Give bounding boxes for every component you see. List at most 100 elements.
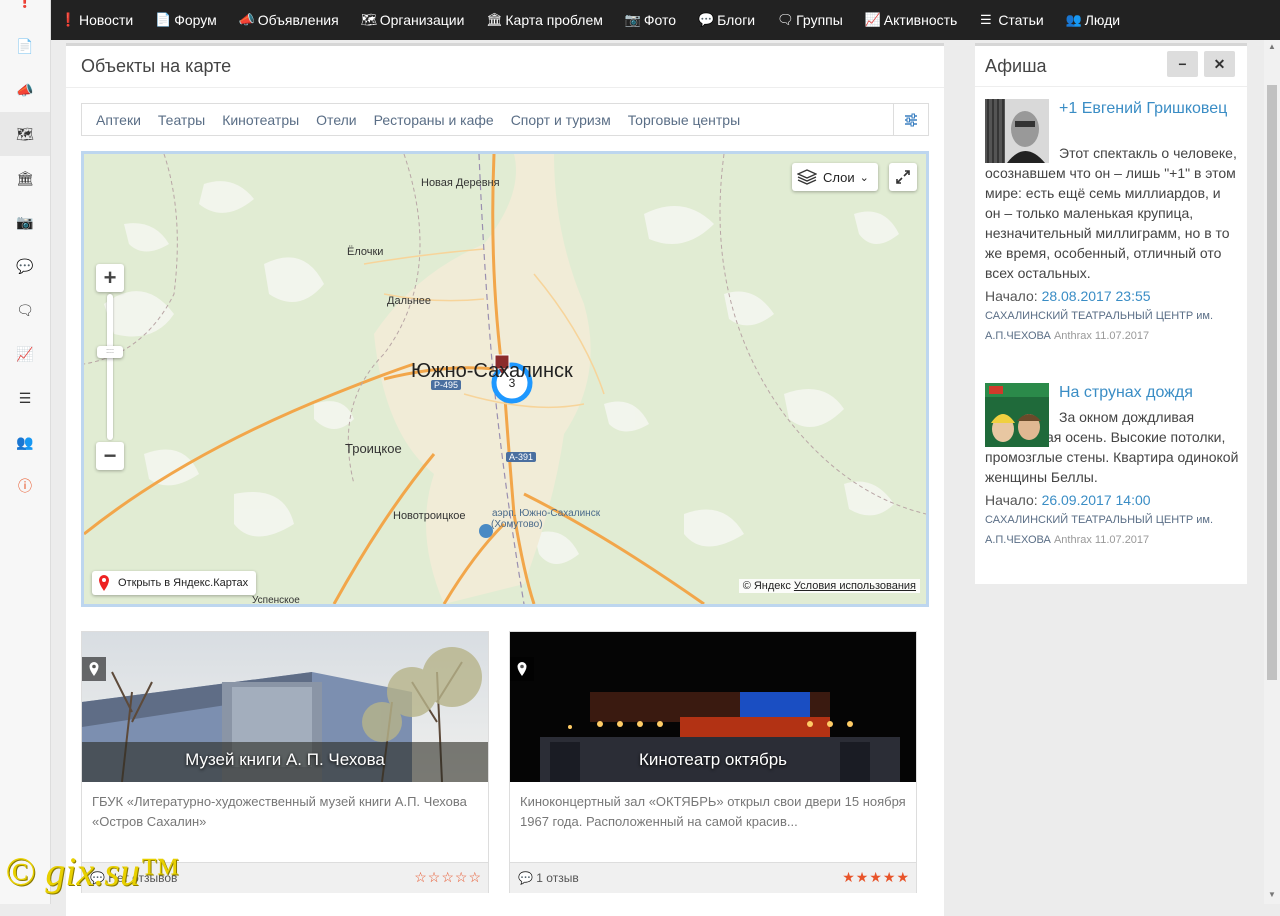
filter-restaurants[interactable]: Рестораны и кафе <box>365 112 502 128</box>
yandex-map[interactable]: Новая Деревня Ёлочки Дальнее Южно-Сахали… <box>81 151 929 607</box>
start-datetime: 28.08.2017 23:55 <box>1041 288 1151 304</box>
place-title[interactable]: Музей книги А. П. Чехова <box>82 750 488 770</box>
nav-label: Объявления <box>257 12 339 28</box>
info-icon: ❗ <box>60 12 77 27</box>
layers-button[interactable]: Слои ⌄ <box>792 163 878 191</box>
event-thumbnail[interactable] <box>985 383 1049 447</box>
yandex-pin-icon <box>99 575 109 591</box>
close-button[interactable]: ✕ <box>1204 51 1235 77</box>
filter-pharmacies[interactable]: Аптеки <box>82 112 149 128</box>
nav-item-people[interactable]: 👥 Люди <box>1055 0 1131 40</box>
event-meta: САХАЛИНСКИЙ ТЕАТРАЛЬНЫЙ ЦЕНТР им. А.П.ЧЕ… <box>985 510 1239 550</box>
institution-icon: 🏛 <box>486 12 503 27</box>
terms-of-use-link[interactable]: Условия использования <box>794 580 916 592</box>
layers-icon <box>797 169 817 185</box>
card-footer: 💬 1 отзыв ★★★★★ <box>510 862 916 893</box>
nav-item-organizations[interactable]: 🗺 Организации <box>350 0 476 40</box>
filter-cinemas[interactable]: Кинотеатры <box>213 112 307 128</box>
minimize-button[interactable]: − <box>1167 51 1198 77</box>
nav-label: Карта проблем <box>505 12 603 28</box>
scroll-down-arrow[interactable]: ▼ <box>1264 888 1280 902</box>
road-sign: А-391 <box>506 452 537 462</box>
nav-item-groups[interactable]: 🗨 Группы <box>766 0 854 40</box>
nav-label: Форум <box>174 12 217 28</box>
place-title[interactable]: Кинотеатр октябрь <box>510 750 916 770</box>
info-circle-icon[interactable]: ⓘ <box>0 464 50 508</box>
zoom-track[interactable] <box>107 294 113 440</box>
zoom-out-button[interactable]: − <box>96 442 124 470</box>
afisha-widget: Афиша − ✕ +1 Евгений Гришковец Этот спек… <box>975 43 1247 584</box>
event-title[interactable]: На струнах дождя <box>1059 383 1239 403</box>
page-scrollbar[interactable]: ▲ ▼ <box>1264 40 1280 904</box>
filter-theaters[interactable]: Театры <box>149 112 213 128</box>
comment-icon: 💬 <box>698 12 715 27</box>
zoom-control: + :::: − <box>96 264 124 470</box>
map-icon[interactable]: 🗺 <box>0 112 50 156</box>
map-label: Успенское <box>252 595 300 606</box>
zoom-slider-handle[interactable]: :::: <box>97 346 123 358</box>
chart-icon[interactable]: 📈 <box>0 332 50 376</box>
event-description: Этот спектакль о человеке, осознавшем чт… <box>985 145 1237 281</box>
reviews-count[interactable]: 💬 1 отзыв <box>518 871 579 885</box>
map-label: аэрп. Южно-Сахалинск <box>492 508 601 519</box>
nav-item-forum[interactable]: 📄 Форум <box>144 0 228 40</box>
divider <box>66 87 944 88</box>
nav-label: Активность <box>883 12 958 28</box>
document-icon: 📄 <box>155 12 172 27</box>
fullscreen-button[interactable] <box>889 163 917 191</box>
open-in-yandex-maps-link[interactable]: Открыть в Яндекс.Картах <box>92 571 257 595</box>
nav-item-activity[interactable]: 📈 Активность <box>854 0 969 40</box>
event-title[interactable]: +1 Евгений Гришковец <box>1059 99 1239 119</box>
map-marker-icon[interactable] <box>82 657 106 681</box>
place-description: Киноконцертный зал «ОКТЯБРЬ» открыл свои… <box>520 794 906 829</box>
map-marker-icon[interactable] <box>510 657 534 681</box>
megaphone-icon[interactable]: 📣 <box>0 68 50 112</box>
map-label: Ёлочки <box>347 246 384 258</box>
map-label: Новая Деревня <box>421 177 500 189</box>
scroll-up-arrow[interactable]: ▲ <box>1264 40 1280 54</box>
event-thumbnail[interactable] <box>985 99 1049 163</box>
top-navigation: ❗ Новости 📄 Форум 📣 Объявления 🗺 Организации… <box>51 0 1280 40</box>
nav-label: Организации <box>379 12 465 28</box>
users-icon[interactable]: 👥 <box>0 420 50 464</box>
cluster-count[interactable]: 3 <box>502 376 522 390</box>
info-icon[interactable]: ❗ <box>0 0 50 22</box>
nav-item-problem-map[interactable]: 🏛 Карта проблем <box>475 0 613 40</box>
start-label: Начало: <box>985 492 1038 508</box>
nav-item-news[interactable]: ❗ Новости <box>51 0 144 40</box>
comments-icon[interactable]: 🗨 <box>0 288 50 332</box>
rating-stars: ★★★★★ <box>842 869 910 885</box>
filter-sport[interactable]: Спорт и туризм <box>502 112 619 128</box>
left-sidebar: ❗ 📄 📣 🗺 🏛 📷 💬 🗨 📈 ☰ 👥 ⓘ <box>0 0 51 904</box>
close-icon: ✕ <box>1213 55 1226 72</box>
filter-hotels[interactable]: Отели <box>307 112 364 128</box>
filter-malls[interactable]: Торговые центры <box>619 112 748 128</box>
map-label: Дальнее <box>387 295 432 307</box>
nav-item-articles[interactable]: ☰ Статьи <box>968 0 1054 40</box>
megaphone-icon: 📣 <box>238 12 255 27</box>
map-label: Троицкое <box>345 441 402 456</box>
author-link[interactable]: Anthrax <box>1054 534 1092 546</box>
scrollbar-thumb[interactable] <box>1267 85 1277 680</box>
nav-item-ads[interactable]: 📣 Объявления <box>228 0 350 40</box>
rating-stars: ☆☆☆☆☆ <box>414 869 482 885</box>
nav-item-blogs[interactable]: 💬 Блоги <box>687 0 766 40</box>
list-icon[interactable]: ☰ <box>0 376 50 420</box>
nav-label: Блоги <box>717 12 756 28</box>
open-map-label: Открыть в Яндекс.Картах <box>118 577 249 589</box>
image-icon[interactable]: 📷 <box>0 200 50 244</box>
filter-settings-button[interactable] <box>893 104 928 135</box>
event-start: Начало: 28.08.2017 23:55 <box>985 288 1239 304</box>
place-card[interactable]: Кинотеатр октябрь Киноконцертный зал «ОК… <box>509 631 917 893</box>
publish-date: 11.07.2017 <box>1094 330 1150 342</box>
zoom-in-button[interactable]: + <box>96 264 124 292</box>
nav-item-photo[interactable]: 📷 Фото <box>614 0 687 40</box>
category-filter-bar: Аптеки Театры Кинотеатры Отели Рестораны… <box>81 103 929 136</box>
event-start: Начало: 26.09.2017 14:00 <box>985 492 1239 508</box>
comment-icon[interactable]: 💬 <box>0 244 50 288</box>
institution-icon[interactable]: 🏛 <box>0 156 50 200</box>
author-link[interactable]: Anthrax <box>1054 330 1092 342</box>
reviews-label: 1 отзыв <box>536 871 579 885</box>
document-icon[interactable]: 📄 <box>0 24 50 68</box>
chevron-down-icon: ⌄ <box>859 171 869 184</box>
